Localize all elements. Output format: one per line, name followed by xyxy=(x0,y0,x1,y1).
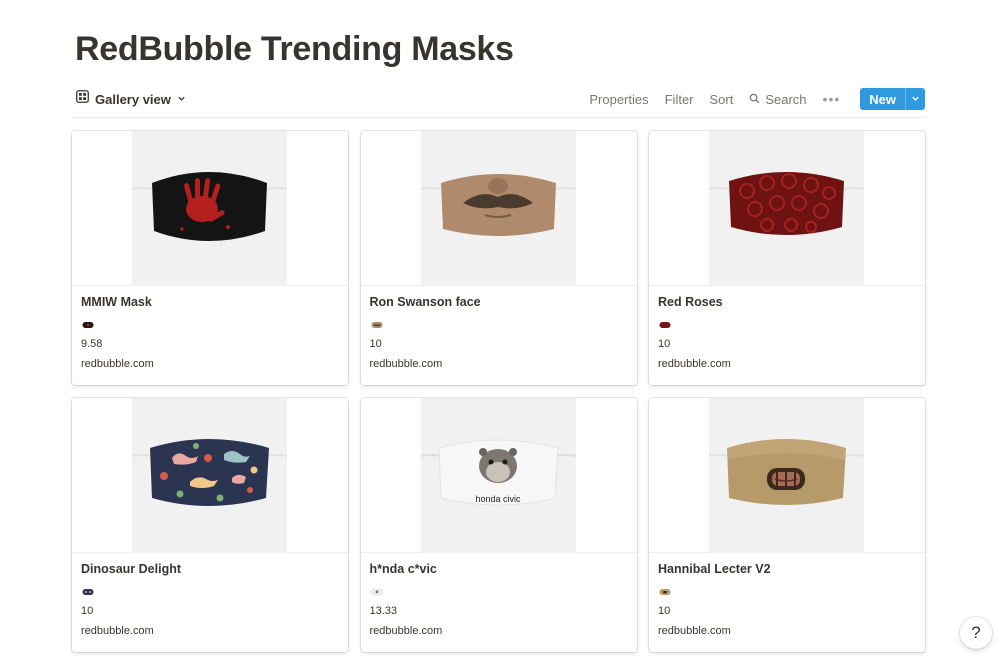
card-site: redbubble.com xyxy=(81,358,154,370)
card-title: Hannibal Lecter V2 xyxy=(658,562,771,576)
mask-thumbnail-icon xyxy=(81,320,95,330)
card-site: redbubble.com xyxy=(369,358,443,370)
card-cover xyxy=(72,398,348,553)
search-label: Search xyxy=(765,91,807,107)
card-title: Red Roses xyxy=(658,295,723,309)
gallery-grid-icon xyxy=(76,90,89,108)
mask-image xyxy=(420,174,576,236)
mask-thumbnail-icon xyxy=(370,587,384,597)
gallery-card[interactable]: Hannibal Lecter V2 10 redbubble.com xyxy=(649,398,925,652)
card-site: redbubble.com xyxy=(658,625,731,637)
more-options-button[interactable]: ••• xyxy=(823,91,841,107)
mask-image xyxy=(709,439,864,505)
card-title: h*nda c*vic xyxy=(369,562,437,576)
card-price: 9.58 xyxy=(81,338,103,350)
card-site: redbubble.com xyxy=(369,625,443,637)
mask-image xyxy=(709,172,864,235)
card-price: 10 xyxy=(658,338,671,350)
page-title: RedBubble Trending Masks xyxy=(75,30,514,68)
mask-image xyxy=(132,172,287,241)
mask-thumbnail-icon xyxy=(658,320,672,330)
help-button[interactable]: ? xyxy=(960,617,992,649)
mask-thumbnail-icon xyxy=(658,587,672,597)
card-site: redbubble.com xyxy=(658,358,731,370)
card-title: Dinosaur Delight xyxy=(81,562,182,576)
card-cover: honda civic xyxy=(360,398,637,553)
search-icon xyxy=(749,92,760,107)
card-title: MMIW Mask xyxy=(81,295,152,309)
card-price: 10 xyxy=(658,605,671,617)
view-label: Gallery view xyxy=(95,91,171,107)
gallery-grid: MMIW Mask 9.58 redbubble.com Ron Swanson… xyxy=(72,131,925,652)
chevron-down-icon xyxy=(911,90,920,108)
sort-button[interactable]: Sort xyxy=(710,92,734,107)
card-cover xyxy=(72,131,348,286)
new-button-group: New xyxy=(860,88,925,110)
gallery-card[interactable]: Red Roses 10 redbubble.com xyxy=(649,131,925,385)
filter-button[interactable]: Filter xyxy=(665,92,694,107)
gallery-card[interactable]: Dinosaur Delight 10 redbubble.com xyxy=(72,398,348,652)
gallery-card[interactable]: honda civic h*nda c*vic 13.33 redbubble.… xyxy=(360,398,637,652)
view-switcher[interactable]: Gallery view xyxy=(72,88,190,110)
card-cover xyxy=(360,131,637,286)
new-options-button[interactable] xyxy=(905,88,925,110)
new-button[interactable]: New xyxy=(860,88,905,110)
database-toolbar: Gallery view Properties Filter Sort Sear… xyxy=(72,86,925,112)
mask-print-text: honda civic xyxy=(475,494,521,504)
mask-thumbnail-icon xyxy=(370,320,384,330)
card-price: 10 xyxy=(369,338,382,350)
gallery-card[interactable]: MMIW Mask 9.58 redbubble.com xyxy=(72,131,348,385)
card-cover xyxy=(649,398,925,553)
card-title: Ron Swanson face xyxy=(369,295,481,309)
card-cover xyxy=(649,131,925,286)
card-price: 13.33 xyxy=(369,605,398,617)
mask-image: honda civic xyxy=(420,439,576,506)
chevron-down-icon xyxy=(177,90,186,108)
properties-button[interactable]: Properties xyxy=(589,92,648,107)
toolbar-divider xyxy=(72,117,925,118)
gallery-card[interactable]: Ron Swanson face 10 redbubble.com xyxy=(360,131,637,385)
mask-image xyxy=(132,439,287,506)
search-button[interactable]: Search xyxy=(749,91,807,107)
card-price: 10 xyxy=(81,605,94,617)
mask-thumbnail-icon xyxy=(81,587,95,597)
card-site: redbubble.com xyxy=(81,625,154,637)
